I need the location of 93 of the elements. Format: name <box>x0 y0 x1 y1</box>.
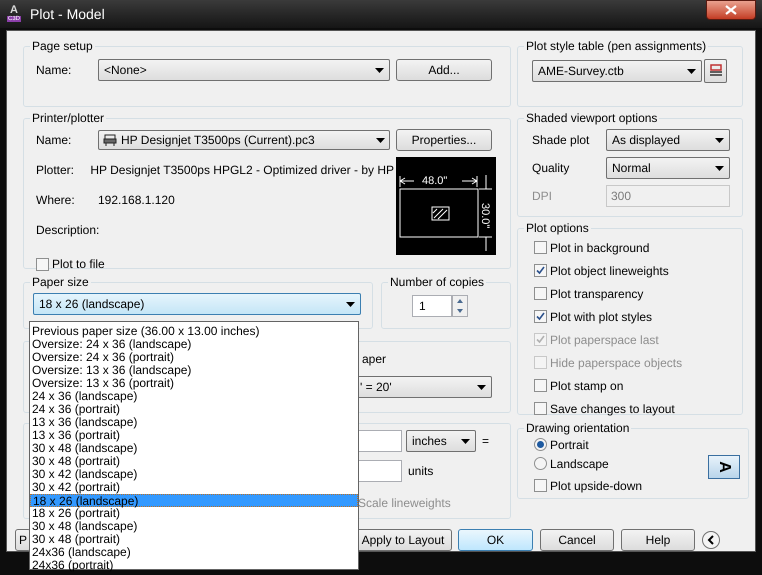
where-value: 192.168.1.120 <box>98 192 175 209</box>
dropdown-arrow-icon <box>376 138 385 142</box>
group-title: Plot style table (pen assignments) <box>525 38 708 55</box>
checkbox-label: Plot upside-down <box>550 478 642 494</box>
checkbox-label: Plot in background <box>550 240 650 256</box>
dropdown-arrow-icon <box>346 302 355 306</box>
copies-field[interactable]: 1 <box>412 295 452 317</box>
unit-select[interactable]: inches <box>406 430 476 452</box>
width-dimension: 48.0" <box>422 175 448 187</box>
edit-plot-style-button[interactable] <box>704 59 727 83</box>
plotter-icon <box>103 134 117 146</box>
printer-select[interactable]: HP Designjet T3500ps (Current).pc3 <box>98 130 390 150</box>
plotter-value: HP Designjet T3500ps HPGL2 - Optimized driver - by HP <box>90 162 394 179</box>
paper-size-option[interactable]: Previous paper size (36.00 x 13.00 inches) <box>30 325 358 338</box>
paper-size-option[interactable]: 24 x 36 (portrait) <box>30 403 358 416</box>
field-label: Description: <box>35 222 98 239</box>
paper-size-option[interactable]: 18 x 26 (landscape) <box>30 494 358 507</box>
paper-size-option[interactable]: 24x36 (portrait) <box>30 559 358 572</box>
checkbox[interactable] <box>534 287 547 300</box>
dropdown-arrow-icon <box>715 166 724 170</box>
paper-size-option[interactable]: 13 x 36 (portrait) <box>30 429 358 442</box>
radio-label: Portrait <box>550 436 589 454</box>
checkbox-label: Save changes to layout <box>550 400 675 418</box>
plot-style-select[interactable]: AME-Survey.ctb <box>532 60 702 82</box>
group-title: Plot options <box>525 220 590 237</box>
radio-button[interactable] <box>534 438 547 451</box>
properties-button[interactable]: Properties... <box>396 129 492 151</box>
help-button[interactable]: Help <box>621 529 695 551</box>
group-title: Drawing orientation <box>525 420 630 437</box>
quality-select[interactable]: Normal <box>606 157 730 179</box>
dropdown-arrow-icon <box>715 138 724 142</box>
equals-sign: = <box>482 433 490 450</box>
group-title: Number of copies <box>389 274 486 291</box>
add-button[interactable]: Add... <box>396 59 492 81</box>
paper-size-option[interactable]: 30 x 42 (landscape) <box>30 468 358 481</box>
checkbox[interactable] <box>534 402 547 415</box>
group-title: Shaded viewport options <box>525 110 658 127</box>
checkbox-label: Plot transparency <box>550 286 644 302</box>
spin-buttons[interactable] <box>452 295 468 317</box>
paper-size-option[interactable]: 18 x 26 (portrait) <box>30 507 358 520</box>
dropdown-arrow-icon <box>687 68 696 74</box>
paper-size-option[interactable]: Oversize: 24 x 36 (landscape) <box>30 338 358 351</box>
paper-size-option[interactable]: Oversize: 24 x 36 (portrait) <box>30 351 358 364</box>
paper-size-option[interactable]: 13 x 36 (landscape) <box>30 416 358 429</box>
checkbox[interactable] <box>534 241 547 254</box>
group-title: Printer/plotter <box>31 110 106 127</box>
checkbox[interactable] <box>36 258 49 270</box>
checkbox[interactable] <box>534 310 547 323</box>
radio-button[interactable] <box>534 457 547 470</box>
paper-size-option[interactable]: 30 x 48 (portrait) <box>30 455 358 468</box>
paper-size-select[interactable]: 18 x 26 (landscape) <box>33 293 361 315</box>
ok-button[interactable]: OK <box>458 529 533 551</box>
field-label: Quality <box>532 160 570 177</box>
field-label: Where: <box>35 192 76 209</box>
fit-to-paper-label: aper <box>361 351 388 368</box>
checkbox-label: Plot to file <box>52 256 105 273</box>
group-title: Page setup <box>31 38 94 55</box>
paper-size-option[interactable]: Oversize: 13 x 36 (landscape) <box>30 364 358 377</box>
close-icon <box>725 5 737 15</box>
field-label: Plotter: <box>35 162 76 179</box>
checkbox-label: Plot with plot styles <box>550 308 652 326</box>
collapse-button[interactable] <box>702 531 720 549</box>
close-button[interactable] <box>706 0 756 20</box>
dropdown-arrow-icon <box>461 438 470 444</box>
checkbox[interactable] <box>534 479 547 492</box>
checkbox-label: Plot object lineweights <box>550 262 669 280</box>
cancel-button[interactable]: Cancel <box>540 529 614 551</box>
checkbox[interactable] <box>534 264 547 277</box>
field-label: DPI <box>532 188 554 205</box>
checkbox-label: Hide paperspace objects <box>550 354 682 372</box>
paper-size-option[interactable]: 30 x 42 (portrait) <box>30 481 358 494</box>
height-dimension: 30.0" <box>479 203 491 228</box>
chevron-left-icon <box>707 535 715 545</box>
field-label: Name: <box>35 62 72 79</box>
page-orientation-icon: A <box>708 455 740 479</box>
radio-label: Landscape <box>550 456 609 472</box>
field-label: Shade plot <box>532 132 590 149</box>
page-setup-select[interactable]: <None> <box>98 59 390 81</box>
window-title: Plot - Model <box>30 4 105 24</box>
units-label: units <box>408 463 434 480</box>
scale-lineweights-label: Scale lineweights <box>357 495 452 512</box>
checkbox[interactable] <box>534 379 547 392</box>
group-title: Paper size <box>31 274 90 291</box>
dropdown-arrow-icon <box>375 68 384 72</box>
plotter-icon <box>708 64 722 78</box>
dpi-field[interactable]: 300 <box>606 185 730 207</box>
field-label: Name: <box>35 132 72 149</box>
dropdown-arrow-icon <box>477 384 486 390</box>
printer-name: HP Designjet T3500ps (Current).pc3 <box>121 132 315 149</box>
shade-plot-select[interactable]: As displayed <box>606 129 730 151</box>
checkbox-label: Plot stamp on <box>550 378 624 394</box>
checkbox-label: Plot paperspace last <box>550 332 659 348</box>
paper-size-option[interactable]: 30 x 48 (landscape) <box>30 442 358 455</box>
